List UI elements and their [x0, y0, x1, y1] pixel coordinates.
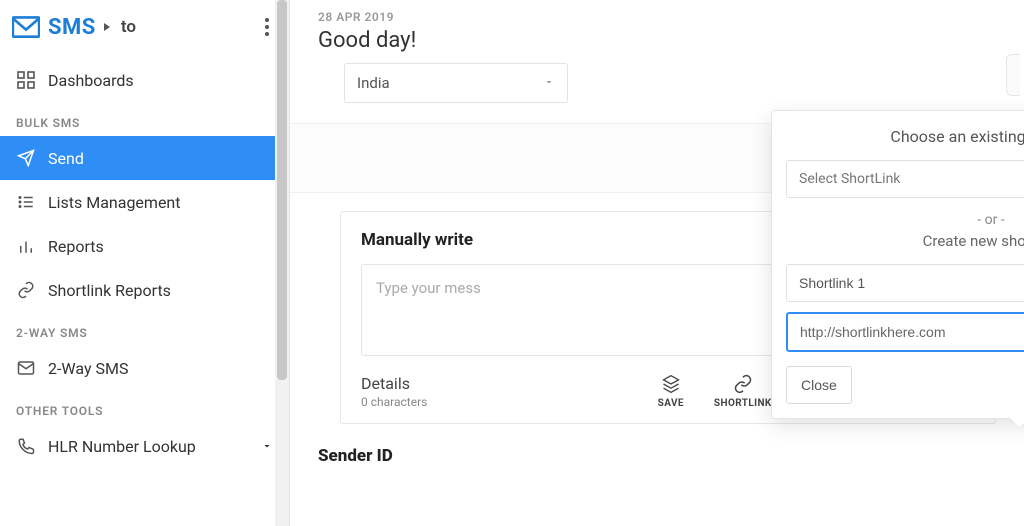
message-placeholder: Type your mess — [376, 279, 481, 297]
caret-right-icon — [104, 23, 110, 31]
sidebar: SMS to Dashboards BULK SMS Send — [0, 0, 290, 526]
or-separator: - or - — [786, 212, 1024, 228]
sidebar-item-send[interactable]: Send — [0, 136, 289, 180]
sidebar-item-reports[interactable]: Reports — [0, 224, 289, 268]
bar-chart-icon — [16, 236, 36, 256]
sender-id-heading: Sender ID — [318, 446, 996, 466]
sidebar-item-label: Send — [48, 149, 84, 168]
chevron-down-icon — [261, 437, 273, 456]
link-icon — [733, 374, 753, 394]
sidebar-item-label: HLR Number Lookup — [48, 437, 196, 456]
sidebar-item-label: Shortlink Reports — [48, 281, 171, 300]
char-count: 0 characters — [361, 395, 427, 409]
brand-name: SMS — [48, 15, 96, 40]
stack-icon — [661, 374, 681, 394]
action-shortlink[interactable]: SHORTLINK — [714, 374, 772, 409]
details-info: Details 0 characters — [361, 374, 427, 409]
sidebar-scrollbar-track[interactable] — [275, 0, 289, 526]
phone-icon — [16, 436, 36, 456]
sidebar-item-shortlink-reports[interactable]: Shortlink Reports — [0, 268, 289, 312]
date-label: 28 APR 2019 — [318, 10, 996, 24]
sidebar-item-two-way-sms[interactable]: 2-Way SMS — [0, 346, 289, 390]
shortlink-select[interactable]: Select ShortLink — [786, 160, 1024, 198]
popover-title: Choose an existing shortlink — [890, 127, 1024, 146]
sidebar-section-two-way: 2-WAY SMS — [0, 312, 289, 346]
mail-icon — [16, 358, 36, 378]
sidebar-item-hlr-lookup[interactable]: HLR Number Lookup — [0, 424, 289, 468]
page-tab[interactable] — [1006, 54, 1020, 96]
paper-plane-icon — [16, 148, 36, 168]
shortlink-popover: Choose an existing shortlink ✖ Select Sh… — [771, 110, 1024, 419]
dashboard-icon — [16, 70, 36, 90]
sidebar-section-other: OTHER TOOLS — [0, 390, 289, 424]
sidebar-section-bulk-sms: BULK SMS — [0, 102, 289, 136]
create-new-label: Create new shortlink — [786, 232, 1024, 250]
select-placeholder: Select ShortLink — [799, 171, 900, 187]
shortlink-name-input[interactable] — [786, 264, 1024, 302]
sidebar-item-label: Lists Management — [48, 193, 181, 212]
brand-suffix: to — [121, 17, 136, 37]
sidebar-menu-button[interactable] — [261, 14, 269, 40]
sidebar-item-label: Reports — [48, 237, 104, 256]
action-label: SHORTLINK — [714, 398, 772, 409]
sidebar-item-label: 2-Way SMS — [48, 359, 128, 378]
brand-logo[interactable]: SMS to — [12, 15, 136, 40]
close-button[interactable]: Close — [786, 366, 852, 404]
sidebar-item-label: Dashboards — [48, 71, 134, 90]
sidebar-item-lists[interactable]: Lists Management — [0, 180, 289, 224]
link-icon — [16, 280, 36, 300]
shortlink-url-input[interactable] — [786, 312, 1024, 352]
country-select[interactable]: India — [344, 63, 568, 103]
greeting-text: Good day! — [318, 28, 996, 53]
list-icon — [16, 192, 36, 212]
action-save[interactable]: SAVE — [658, 374, 684, 409]
chevron-down-icon — [543, 74, 555, 92]
sidebar-item-dashboards[interactable]: Dashboards — [0, 58, 289, 102]
action-label: SAVE — [658, 398, 684, 409]
envelope-icon — [12, 16, 40, 38]
main-content: 28 APR 2019 Good day! India Manually wri… — [290, 0, 1024, 526]
details-label: Details — [361, 374, 427, 393]
country-selected-value: India — [357, 74, 390, 92]
sidebar-scrollbar-thumb[interactable] — [277, 0, 287, 380]
